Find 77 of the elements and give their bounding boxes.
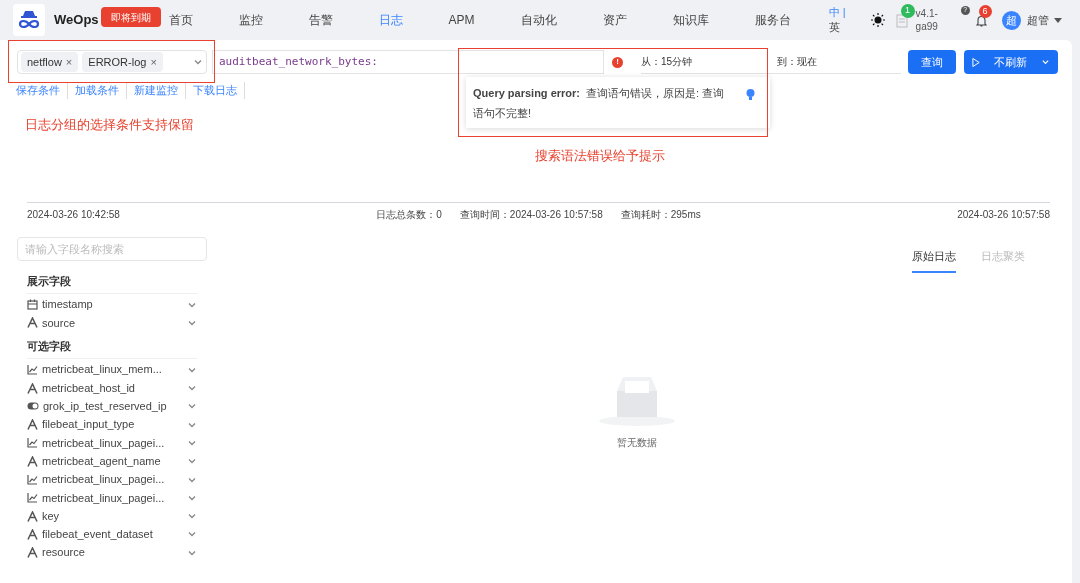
nav-tab[interactable]: 告警 [308,11,333,29]
group-select[interactable]: netflow × ERROR-log × [17,50,207,74]
chevron-down-icon [1041,57,1050,67]
annotation-text: 日志分组的选择条件支持保留 [25,116,194,134]
action-link[interactable]: 加载条件 [68,82,127,99]
field-item[interactable]: filebeat_input_type [27,415,197,434]
field-item[interactable]: metricbeat_agent_name [27,452,197,471]
error-message: Query parsing error: 查询语句错误，原因是: 查询语句不完整! [473,86,726,121]
count-badge: 1 [900,4,915,18]
query-duration: 查询耗时：295ms [620,208,701,222]
empty-text: 暂无数据 [617,436,657,450]
field-item[interactable]: filebeat_event_dataset [27,525,197,544]
letter-a-icon [27,510,38,522]
search-button[interactable]: 查询 [908,50,956,74]
remove-icon[interactable]: × [65,53,73,71]
action-link[interactable]: 新建监控 [127,82,186,99]
nav-tab[interactable]: 监控 [238,11,263,29]
refresh-button[interactable]: 不刷新 [964,50,1058,74]
field-item[interactable]: timestamp [27,295,197,314]
nav-tab[interactable]: 资产 [602,11,627,29]
language-option[interactable]: 英 [828,20,849,35]
error-icon: ! [612,56,623,68]
calendar-icon [27,299,38,311]
brand-name: WeOps [54,11,99,30]
line-chart-icon [27,492,38,504]
action-link[interactable]: 下载日志 [186,82,245,99]
field-item[interactable]: resource [27,543,197,562]
letter-a-icon [27,317,38,329]
tag-chip[interactable]: ERROR-log × [82,52,163,72]
time-range[interactable]: 从：15分钟 到：现在 [641,50,901,74]
field-item[interactable]: grok_ip_test_reserved_ip [27,397,197,416]
count-badge: 6 [978,5,992,18]
start-time: 2024-03-26 10:42:58 [27,208,120,222]
group-title: 展示字段 [27,273,197,294]
line-chart-icon [27,474,38,485]
nav-tab[interactable]: 服务台 [754,11,791,29]
group-title: 可选字段 [27,338,197,359]
letter-a-icon [27,547,38,559]
tag-chip[interactable]: netflow × [21,52,79,72]
letter-a-icon [27,382,38,394]
action-link[interactable]: 保存条件 [9,82,68,99]
letter-a-icon [27,419,38,431]
play-icon [972,56,981,68]
letter-a-icon [27,528,38,540]
logo-icon[interactable] [13,4,45,36]
letter-a-icon [27,455,38,467]
nav-tab[interactable]: 首页 [168,11,193,29]
field-item[interactable]: metricbeat_linux_mem... [27,360,197,379]
field-item[interactable]: metricbeat_host_id [27,378,197,398]
nav-tab[interactable]: 自动化 [520,11,557,29]
end-time: 2024-03-26 10:57:58 [957,208,1050,222]
caret-icon [1053,17,1062,23]
version-label: v4.1-ga99 [915,7,939,33]
line-chart-icon [27,364,38,376]
nav-tab[interactable]: 知识库 [672,11,709,29]
field-item[interactable]: metricbeat_linux_pagei... [27,488,197,507]
remove-icon[interactable]: × [150,53,157,71]
query-time: 查询时间：2024-03-26 10:57:58 [459,208,603,222]
bell-icon[interactable] [975,15,987,27]
user-name[interactable]: 超管 [1026,11,1049,29]
nav-tab[interactable]: APM [448,11,475,29]
lightbulb-icon [746,89,755,100]
query-input[interactable]: auditbeat_network_bytes: [212,50,604,74]
sun-icon[interactable] [870,13,885,27]
log-count: 日志总条数：0 [376,208,442,222]
field-item[interactable]: source [27,313,197,333]
chevron-down-icon [193,57,203,67]
field-item[interactable]: key [27,506,197,526]
line-chart-icon [27,437,38,449]
toggle-icon [27,402,39,411]
expiry-badge: 即将到期 [100,7,161,27]
result-tab[interactable]: 原始日志 [912,248,956,273]
user-avatar[interactable]: 超 [1001,10,1021,30]
field-item[interactable]: metricbeat_linux_pagei... [27,433,197,453]
annotation-text: 搜索语法错误给予提示 [535,147,665,165]
field-search[interactable]: 请输入字段名称搜索 [17,237,207,261]
field-item[interactable]: metricbeat_linux_pagei... [27,470,197,489]
